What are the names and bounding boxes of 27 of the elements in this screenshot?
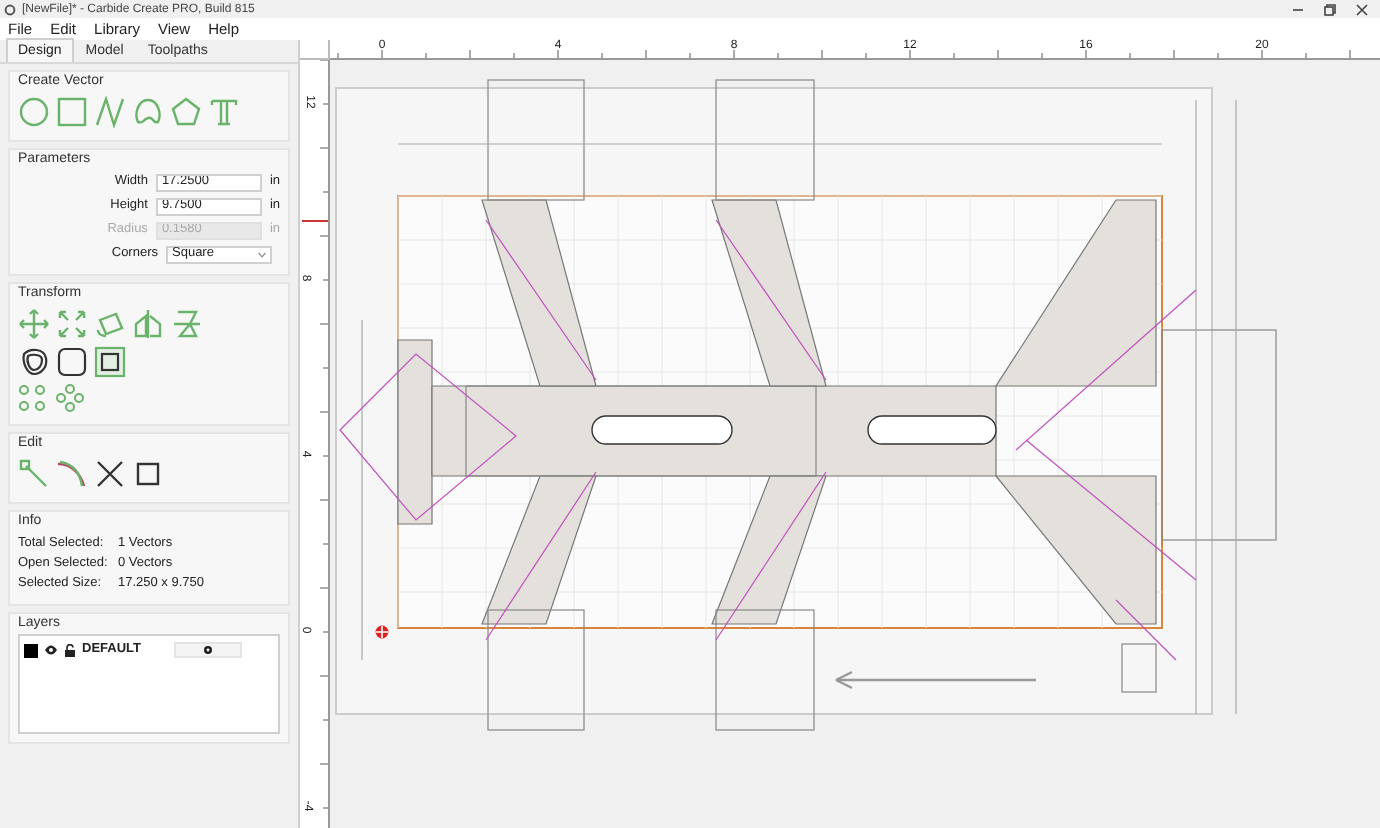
polyline-icon[interactable] — [94, 96, 126, 128]
restore-icon[interactable] — [1324, 3, 1336, 15]
app-logo-icon — [4, 3, 16, 15]
curve-icon[interactable] — [132, 96, 164, 128]
bounding-box-icon[interactable] — [132, 458, 164, 490]
pentagon-icon[interactable] — [170, 96, 202, 128]
circle-icon[interactable] — [18, 96, 50, 128]
array-icon[interactable] — [18, 384, 46, 412]
offset-icon[interactable] — [18, 346, 50, 378]
layer-settings-button[interactable] — [174, 642, 242, 658]
position-marker — [302, 220, 328, 222]
align-icon[interactable] — [170, 308, 202, 340]
close-icon[interactable] — [1356, 3, 1368, 15]
curve-edit-icon[interactable] — [56, 458, 88, 490]
trim-icon[interactable] — [94, 458, 126, 490]
fillet-icon[interactable] — [56, 346, 88, 378]
settings-icon — [202, 644, 214, 656]
minimize-icon[interactable] — [1292, 3, 1304, 15]
lock-icon[interactable] — [64, 643, 76, 657]
node-edit-icon[interactable] — [18, 458, 50, 490]
boolean-icon[interactable] — [94, 346, 126, 378]
rectangle-icon[interactable] — [56, 96, 88, 128]
eye-icon[interactable] — [44, 644, 58, 656]
layer-color-swatch[interactable] — [24, 643, 38, 657]
caret-icon — [258, 251, 266, 257]
circular-array-icon[interactable] — [56, 384, 84, 412]
text-tool-icon[interactable] — [208, 96, 240, 128]
